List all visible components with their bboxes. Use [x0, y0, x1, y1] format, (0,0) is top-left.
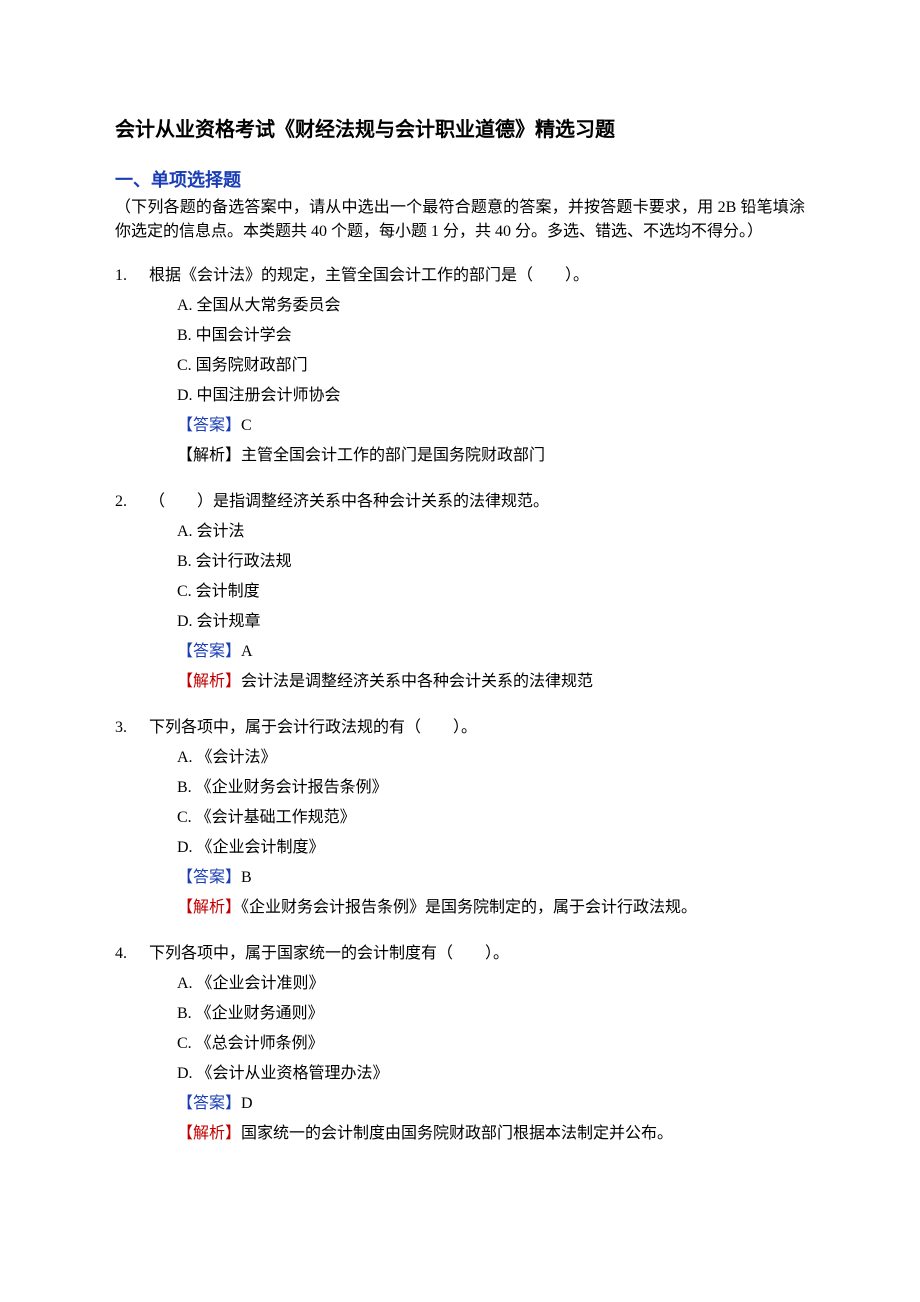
question-text: （ ）是指调整经济关系中各种会计关系的法律规范。 — [149, 490, 805, 514]
answer-value: C — [241, 417, 252, 434]
question-options: A. 《会计法》 B. 《企业财务会计报告条例》 C. 《会计基础工作规范》 D… — [115, 746, 805, 860]
question-stem: 1. 根据《会计法》的规定，主管全国会计工作的部门是（ ）。 — [115, 264, 805, 288]
question-number: 4. — [115, 942, 149, 966]
document-page: 会计从业资格考试《财经法规与会计职业道德》精选习题 一、单项选择题 （下列各题的… — [0, 0, 920, 1302]
question-explanation: 【解析】主管全国会计工作的部门是国务院财政部门 — [115, 444, 805, 468]
explain-text: 会计法是调整经济关系中各种会计关系的法律规范 — [241, 673, 593, 690]
answer-value: D — [241, 1095, 253, 1112]
explain-text: 国家统一的会计制度由国务院财政部门根据本法制定并公布。 — [241, 1125, 673, 1142]
option-c: C. 国务院财政部门 — [177, 354, 805, 378]
section-heading: 一、单项选择题 — [115, 167, 805, 194]
question-number: 1. — [115, 264, 149, 288]
question-stem: 4. 下列各项中，属于国家统一的会计制度有（ ）。 — [115, 942, 805, 966]
question-explanation: 【解析】会计法是调整经济关系中各种会计关系的法律规范 — [115, 670, 805, 694]
question-text: 根据《会计法》的规定，主管全国会计工作的部门是（ ）。 — [149, 264, 805, 288]
option-b: B. 会计行政法规 — [177, 550, 805, 574]
option-d: D. 会计规章 — [177, 610, 805, 634]
option-c: C. 会计制度 — [177, 580, 805, 604]
option-d: D. 《企业会计制度》 — [177, 836, 805, 860]
question-explanation: 【解析】《企业财务会计报告条例》是国务院制定的，属于会计行政法规。 — [115, 896, 805, 920]
question-number: 2. — [115, 490, 149, 514]
answer-label: 【答案】 — [177, 643, 241, 660]
document-title: 会计从业资格考试《财经法规与会计职业道德》精选习题 — [115, 115, 805, 145]
option-d: D. 《会计从业资格管理办法》 — [177, 1062, 805, 1086]
option-a: A. 全国从大常务委员会 — [177, 294, 805, 318]
question-answer: 【答案】B — [115, 866, 805, 890]
option-a: A. 《会计法》 — [177, 746, 805, 770]
answer-value: A — [241, 643, 253, 660]
question-text: 下列各项中，属于会计行政法规的有（ ）。 — [149, 716, 805, 740]
question-options: A. 会计法 B. 会计行政法规 C. 会计制度 D. 会计规章 — [115, 520, 805, 634]
question-options: A. 《企业会计准则》 B. 《企业财务通则》 C. 《总会计师条例》 D. 《… — [115, 972, 805, 1086]
option-c: C. 《总会计师条例》 — [177, 1032, 805, 1056]
explain-label: 【解析】 — [177, 673, 241, 690]
question-explanation: 【解析】国家统一的会计制度由国务院财政部门根据本法制定并公布。 — [115, 1122, 805, 1146]
option-a: A. 《企业会计准则》 — [177, 972, 805, 996]
question-options: A. 全国从大常务委员会 B. 中国会计学会 C. 国务院财政部门 D. 中国注… — [115, 294, 805, 408]
option-b: B. 中国会计学会 — [177, 324, 805, 348]
question-block: 3. 下列各项中，属于会计行政法规的有（ ）。 A. 《会计法》 B. 《企业财… — [115, 716, 805, 920]
explain-label: 【解析】 — [177, 1125, 241, 1142]
question-block: 4. 下列各项中，属于国家统一的会计制度有（ ）。 A. 《企业会计准则》 B.… — [115, 942, 805, 1146]
explain-text: 主管全国会计工作的部门是国务院财政部门 — [241, 447, 545, 464]
explain-label: 【解析】 — [177, 899, 241, 916]
question-answer: 【答案】D — [115, 1092, 805, 1116]
question-stem: 2. （ ）是指调整经济关系中各种会计关系的法律规范。 — [115, 490, 805, 514]
option-d: D. 中国注册会计师协会 — [177, 384, 805, 408]
option-a: A. 会计法 — [177, 520, 805, 544]
answer-label: 【答案】 — [177, 417, 241, 434]
answer-value: B — [241, 869, 252, 886]
explain-label: 【解析】 — [177, 447, 241, 464]
question-block: 2. （ ）是指调整经济关系中各种会计关系的法律规范。 A. 会计法 B. 会计… — [115, 490, 805, 694]
question-answer: 【答案】A — [115, 640, 805, 664]
explain-text: 《企业财务会计报告条例》是国务院制定的，属于会计行政法规。 — [241, 899, 697, 916]
answer-label: 【答案】 — [177, 1095, 241, 1112]
question-text: 下列各项中，属于国家统一的会计制度有（ ）。 — [149, 942, 805, 966]
question-stem: 3. 下列各项中，属于会计行政法规的有（ ）。 — [115, 716, 805, 740]
question-number: 3. — [115, 716, 149, 740]
question-block: 1. 根据《会计法》的规定，主管全国会计工作的部门是（ ）。 A. 全国从大常务… — [115, 264, 805, 468]
section-instructions: （下列各题的备选答案中，请从中选出一个最符合题意的答案，并按答题卡要求，用 2B… — [115, 196, 805, 244]
option-c: C. 《会计基础工作规范》 — [177, 806, 805, 830]
answer-label: 【答案】 — [177, 869, 241, 886]
question-answer: 【答案】C — [115, 414, 805, 438]
option-b: B. 《企业财务会计报告条例》 — [177, 776, 805, 800]
option-b: B. 《企业财务通则》 — [177, 1002, 805, 1026]
